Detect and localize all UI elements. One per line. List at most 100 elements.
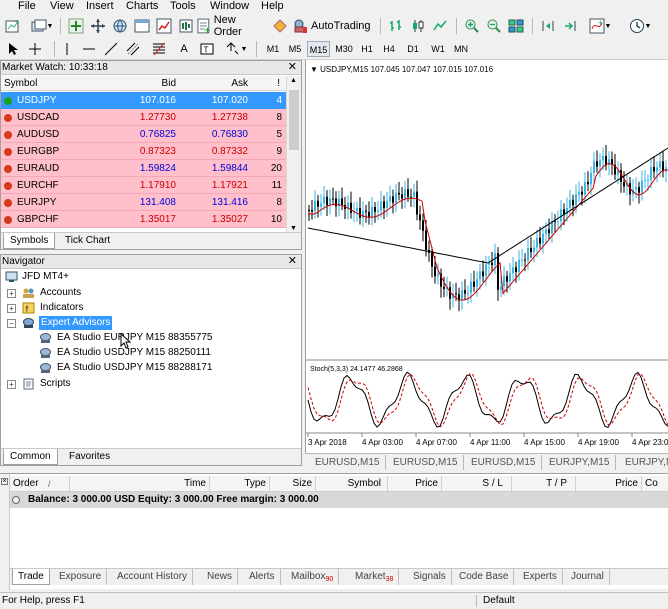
menu-insert[interactable]: Insert — [86, 0, 114, 12]
chart-tab[interactable]: EURUSD,M15 — [465, 455, 543, 470]
timeframe-d1[interactable]: D1 — [402, 41, 424, 57]
metaeditor-button[interactable] — [270, 16, 290, 36]
new-order-button[interactable]: + New Order — [196, 14, 266, 38]
expand-icon[interactable]: + — [7, 289, 16, 298]
timeframe-m30[interactable]: M30 — [332, 41, 356, 57]
trendline-button[interactable] — [102, 39, 120, 59]
terminal-button[interactable] — [132, 16, 152, 36]
column-tp[interactable]: T / P — [512, 476, 576, 492]
channel-button[interactable] — [124, 39, 142, 59]
new-chart-button[interactable]: + — [2, 16, 24, 36]
text-label-button[interactable]: T — [198, 39, 216, 59]
data-window-button[interactable] — [110, 16, 130, 36]
tab-common[interactable]: Common — [3, 449, 58, 465]
periods-dropdown-button[interactable]: ▼ — [622, 16, 658, 36]
status-profile[interactable]: Default — [483, 593, 515, 609]
close-icon[interactable]: ✕ — [288, 61, 297, 74]
column-commission[interactable]: Co — [642, 476, 668, 492]
chart-tab[interactable]: EURJPY,M15 — [619, 455, 668, 470]
tab-favorites[interactable]: Favorites — [63, 449, 116, 465]
chart-tab[interactable]: EURUSD,M15 — [387, 455, 465, 470]
crosshair-button[interactable] — [26, 39, 44, 59]
scroll-up-icon[interactable]: ▲ — [290, 77, 297, 84]
horizontal-line-button[interactable] — [80, 39, 98, 59]
timeframe-h1[interactable]: H1 — [356, 41, 378, 57]
column-price[interactable]: Price — [388, 476, 442, 492]
autotrading-button[interactable]: AutoTrading — [292, 16, 374, 36]
close-icon[interactable]: ✕ — [288, 255, 297, 268]
expand-icon[interactable]: + — [7, 380, 16, 389]
tab-symbols[interactable]: Symbols — [3, 233, 56, 249]
column-symbol[interactable]: Symbol — [316, 476, 388, 492]
timeframe-h4[interactable]: H4 — [378, 41, 400, 57]
tile-windows-button[interactable] — [506, 16, 526, 36]
timeframe-mn[interactable]: MN — [450, 41, 472, 57]
timeframe-w1[interactable]: W1 — [427, 41, 449, 57]
column-symbol[interactable]: Symbol — [4, 76, 37, 91]
market-watch-row[interactable]: AUDUSD 0.76825 0.76830 5 — [1, 126, 286, 143]
column-time[interactable]: Time — [70, 476, 210, 492]
column-sl[interactable]: S / L — [442, 476, 512, 492]
text-tool-button[interactable]: A — [176, 39, 192, 59]
market-watch-row[interactable]: USDJPY 107.016 107.020 4 — [1, 92, 286, 109]
chart-shift-button[interactable] — [538, 16, 558, 36]
menu-file[interactable]: File — [18, 0, 36, 12]
history-center-button[interactable] — [176, 16, 196, 36]
tab-news[interactable]: News — [202, 569, 239, 585]
column-order[interactable]: Order — [10, 476, 70, 492]
column-bid[interactable]: Bid — [162, 76, 176, 91]
chart-tab[interactable]: EURJPY,M15 — [543, 455, 617, 470]
tab-tick-chart[interactable]: Tick Chart — [59, 233, 116, 249]
chart-tab[interactable]: EURUSD,M15 — [309, 455, 387, 470]
tab-experts[interactable]: Experts — [518, 569, 563, 585]
menu-view[interactable]: View — [50, 0, 74, 12]
tab-account-history[interactable]: Account History — [112, 569, 194, 585]
tab-trade[interactable]: Trade — [12, 569, 50, 585]
market-watch-row[interactable]: USDCAD 1.27730 1.27738 8 — [1, 109, 286, 126]
price-chart[interactable]: ▼ USDJPY,M15 107.045 107.047 107.015 107… — [306, 60, 668, 453]
balance-row[interactable]: Balance: 3 000.00 USD Equity: 3 000.00 F… — [10, 492, 668, 508]
column-spread[interactable]: ! — [277, 76, 280, 91]
timeframe-m15[interactable]: M15 — [307, 41, 330, 57]
collapse-icon[interactable]: − — [7, 319, 16, 328]
tab-journal[interactable]: Journal — [566, 569, 610, 585]
zoom-out-button[interactable] — [484, 16, 504, 36]
bar-chart-button[interactable] — [386, 16, 406, 36]
tab-exposure[interactable]: Exposure — [54, 569, 108, 585]
tab-alerts[interactable]: Alerts — [244, 569, 281, 585]
market-watch-row[interactable]: EURCHF 1.17910 1.17921 11 — [1, 177, 286, 194]
autoscroll-button[interactable] — [560, 16, 580, 36]
tab-mailbox[interactable]: Mailbox90 — [286, 569, 340, 585]
fibonacci-button[interactable] — [150, 39, 168, 59]
market-watch-button[interactable] — [66, 16, 86, 36]
terminal-side-handle[interactable]: × — [0, 474, 10, 590]
menu-tools[interactable]: Tools — [170, 0, 196, 12]
timeframe-m1[interactable]: M1 — [262, 41, 284, 57]
scroll-down-icon[interactable]: ▼ — [290, 225, 297, 232]
column-current-price[interactable]: Price — [576, 476, 642, 492]
menu-charts[interactable]: Charts — [126, 0, 158, 12]
market-watch-row[interactable]: EURJPY 131.408 131.416 8 — [1, 194, 286, 211]
market-watch-row[interactable]: GBPCHF 1.35017 1.35027 10 — [1, 211, 286, 228]
column-type[interactable]: Type — [210, 476, 270, 492]
column-size[interactable]: Size — [270, 476, 316, 492]
close-icon[interactable]: × — [1, 478, 8, 485]
strategy-tester-button[interactable] — [154, 16, 174, 36]
vertical-line-button[interactable] — [58, 39, 76, 59]
menu-help[interactable]: Help — [261, 0, 284, 12]
column-ask[interactable]: Ask — [231, 76, 248, 91]
chart-window[interactable]: ▼ USDJPY,M15 107.045 107.047 107.015 107… — [305, 60, 668, 453]
market-watch-scrollbar[interactable]: ▲ ▼ — [286, 76, 301, 233]
tab-market[interactable]: Market38 — [350, 569, 400, 585]
tab-signals[interactable]: Signals — [408, 569, 452, 585]
zoom-in-button[interactable] — [462, 16, 482, 36]
arrows-dropdown-button[interactable]: ▼ — [222, 39, 250, 59]
market-watch-row[interactable]: EURGBP 0.87323 0.87332 9 — [1, 143, 286, 160]
profiles-button[interactable]: ▼ — [30, 16, 54, 36]
market-watch-row[interactable]: EURAUD 1.59824 1.59844 20 — [1, 160, 286, 177]
line-chart-button[interactable] — [430, 16, 450, 36]
candlestick-button[interactable] — [408, 16, 428, 36]
timeframe-m5[interactable]: M5 — [284, 41, 306, 57]
cursor-button[interactable] — [4, 39, 22, 59]
navigator-button[interactable] — [88, 16, 108, 36]
